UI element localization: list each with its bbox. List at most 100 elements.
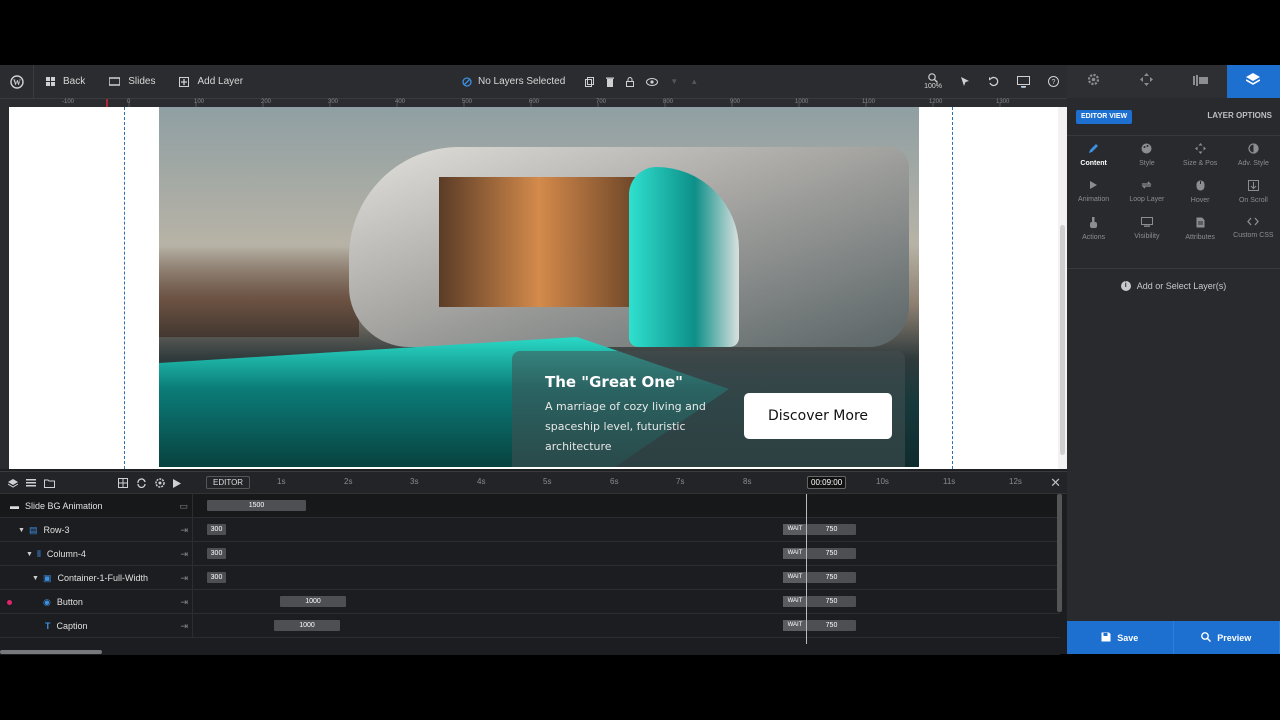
chevron-down-icon[interactable]: ▼ [670, 77, 678, 86]
end-arrow-icon[interactable]: ⇥ [180, 597, 188, 608]
end-arrow-icon[interactable]: ⇥ [180, 621, 188, 632]
canvas-scroll-thumb[interactable] [1060, 225, 1065, 455]
editor-tag[interactable]: EDITOR [206, 476, 251, 489]
row-label[interactable]: ▬ Slide BG Animation ▭ [0, 494, 193, 518]
row-label[interactable]: ▼ ▤ Row-3 ⇥ [0, 518, 193, 542]
undo-icon[interactable] [988, 76, 999, 87]
visibility-eye-icon[interactable] [646, 77, 659, 86]
add-layer-button[interactable]: Add Layer [167, 65, 255, 98]
ruler-tick: 900 [730, 99, 741, 105]
timeline-vertical-scrollbar[interactable] [1057, 494, 1062, 612]
slide-title[interactable]: The "Great One" [545, 373, 683, 391]
tab-navigation[interactable] [1120, 65, 1174, 98]
delete-icon[interactable] [606, 77, 615, 87]
svg-text:?: ? [1052, 79, 1056, 86]
fit-icon[interactable] [118, 478, 128, 488]
canvas-scrollbar[interactable] [1058, 107, 1067, 469]
layer-name: Slide BG Animation [25, 501, 103, 511]
row-label[interactable]: ▼ ▣ Container-1-Full-Width ⇥ [0, 566, 193, 590]
slide-background-image[interactable]: The "Great One" A marriage of cozy livin… [159, 107, 919, 467]
duplicate-icon[interactable] [585, 76, 595, 87]
chevron-up-icon[interactable]: ▲ [690, 77, 698, 86]
animation-bar[interactable]: 1000 [280, 596, 346, 607]
layers-icon[interactable] [8, 478, 18, 488]
settings-wheel-icon[interactable] [155, 478, 165, 488]
option-on-scroll[interactable]: On Scroll [1227, 180, 1280, 208]
option-visibility[interactable]: Visibility [1120, 217, 1173, 245]
end-arrow-icon[interactable]: ⇥ [180, 549, 188, 560]
timeline-row[interactable]: ▼ ⦀ Column-4 ⇥ 300 WAIT 750 [0, 542, 1060, 566]
timeline-horizontal-scrollbar[interactable] [0, 650, 1060, 655]
move-icon [1194, 143, 1206, 156]
animation-bar[interactable]: 300 [207, 572, 226, 583]
out-animation-bar[interactable]: 750 [807, 620, 856, 631]
out-animation-bar[interactable]: 750 [807, 596, 856, 607]
row-label[interactable]: T Caption ⇥ [0, 614, 193, 638]
loop-icon[interactable] [136, 478, 147, 488]
animation-bar[interactable]: 1500 [207, 500, 306, 511]
navigation-icon [1140, 72, 1154, 91]
editor-view-badge[interactable]: EDITOR VIEW [1076, 110, 1133, 124]
option-label: Style [1139, 160, 1155, 167]
end-arrow-icon[interactable]: ⇥ [180, 573, 188, 584]
current-time[interactable]: 00:09:00 [807, 476, 847, 489]
zoom-control[interactable]: 100% [924, 73, 942, 90]
ruler-tick: 100 [194, 99, 205, 105]
slides-button[interactable]: Slides [97, 65, 167, 98]
caret-down-icon[interactable]: ▼ [32, 575, 39, 582]
tab-slide-settings[interactable] [1173, 65, 1227, 98]
option-animation[interactable]: Animation [1067, 180, 1120, 208]
row-label[interactable]: ▼ ⦀ Column-4 ⇥ [0, 542, 193, 566]
preview-button[interactable]: Preview [1173, 621, 1280, 654]
desktop-view-icon[interactable] [1017, 75, 1030, 88]
option-size-pos[interactable]: Size & Pos [1174, 143, 1227, 171]
option-custom-css[interactable]: Custom CSS [1227, 217, 1280, 245]
option-content[interactable]: Content [1067, 143, 1120, 171]
option-hover[interactable]: Hover [1174, 180, 1227, 208]
timeline-row[interactable]: ▼ ▣ Container-1-Full-Width ⇥ 300 WAIT 75… [0, 566, 1060, 590]
slide-canvas[interactable]: The "Great One" A marriage of cozy livin… [9, 107, 1058, 469]
timeline-row[interactable]: T Caption ⇥ 1000 WAIT 750 [0, 614, 1060, 638]
timeline-row[interactable]: ▬ Slide BG Animation ▭ 1500 [0, 494, 1060, 518]
out-animation-bar[interactable]: 750 [807, 524, 856, 535]
caret-down-icon[interactable]: ▼ [26, 551, 33, 558]
option-actions[interactable]: Actions [1067, 217, 1120, 245]
panel-divider [1067, 268, 1280, 269]
help-icon[interactable]: ? [1048, 76, 1059, 87]
timeline-scroll-thumb[interactable] [0, 650, 102, 654]
discover-more-button[interactable]: Discover More [744, 393, 892, 439]
row-label[interactable]: ◉ Button ⇥ [0, 590, 193, 614]
option-style[interactable]: Style [1120, 143, 1173, 171]
list-icon[interactable] [26, 479, 36, 487]
caret-down-icon[interactable]: ▼ [18, 527, 25, 534]
scroll-icon [1247, 180, 1259, 193]
play-icon[interactable] [173, 478, 181, 488]
save-button[interactable]: Save [1067, 621, 1174, 654]
animation-bar[interactable]: 1000 [274, 620, 340, 631]
tab-module-settings[interactable] [1067, 65, 1121, 98]
selection-tools: No Layers Selected ▼ ▲ [462, 65, 698, 98]
end-arrow-icon[interactable]: ⇥ [180, 525, 188, 536]
folder-icon[interactable] [44, 479, 55, 488]
zoom-level: 100% [924, 83, 942, 90]
close-icon[interactable]: ✕ [1050, 475, 1061, 491]
option-loop-layer[interactable]: Loop Layer [1120, 180, 1173, 208]
playhead[interactable] [806, 494, 807, 644]
animation-bar[interactable]: 300 [207, 524, 226, 535]
tab-layer-settings[interactable] [1226, 65, 1280, 98]
lock-icon[interactable] [626, 76, 635, 87]
back-button[interactable]: Back [34, 65, 97, 98]
pointer-icon[interactable] [960, 76, 970, 87]
out-animation-bar[interactable]: 750 [807, 548, 856, 559]
folder-icon[interactable]: ▭ [179, 501, 188, 512]
container-layer[interactable]: The "Great One" A marriage of cozy livin… [512, 351, 905, 467]
option-attributes[interactable]: Attributes [1174, 217, 1227, 245]
out-animation-bar[interactable]: 750 [807, 572, 856, 583]
timeline-row[interactable]: ◉ Button ⇥ 1000 WAIT 750 [0, 590, 1060, 614]
wordpress-logo-icon[interactable]: W [0, 65, 34, 98]
option-label: Custom CSS [1233, 232, 1274, 239]
slide-caption[interactable]: A marriage of cozy living and spaceship … [545, 397, 735, 457]
option-adv-style[interactable]: Adv. Style [1227, 143, 1280, 171]
animation-bar[interactable]: 300 [207, 548, 226, 559]
timeline-row[interactable]: ▼ ▤ Row-3 ⇥ 300 WAIT 750 [0, 518, 1060, 542]
